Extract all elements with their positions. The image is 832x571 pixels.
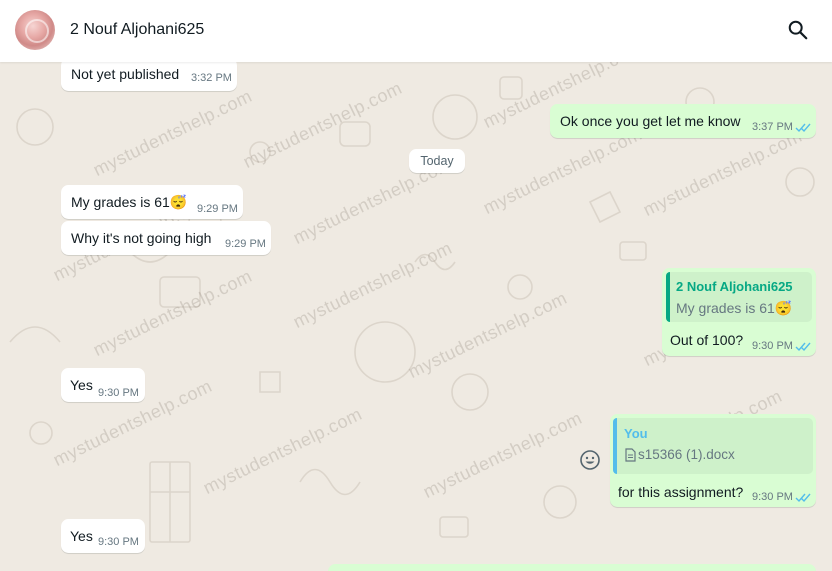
date-divider: Today (409, 149, 465, 173)
message-text: Why it's not going high (71, 230, 212, 246)
sleeping-face-emoji: 😴 (169, 194, 188, 210)
quoted-message[interactable]: You s15366 (1).docx (613, 418, 813, 474)
quote-accent-bar (613, 418, 617, 474)
message-text: for this assignment? (618, 484, 744, 500)
message-text: Not yet published (71, 66, 180, 82)
quote-accent-bar (666, 272, 670, 322)
read-ticks-icon (795, 493, 811, 503)
read-ticks-icon (795, 342, 811, 352)
incoming-message[interactable]: Not yet published 3:32 PM (61, 62, 237, 91)
message-text: My grades is 61😴 (71, 194, 188, 210)
message-text: Ok once you get let me know (560, 113, 741, 129)
incoming-message[interactable]: Yes 9:30 PM (61, 519, 145, 553)
message-time: 9:30 PM (752, 491, 793, 503)
quote-text: My grades is 61😴 (676, 300, 793, 316)
read-ticks-icon (795, 123, 811, 133)
incoming-message[interactable]: My grades is 61😴 9:29 PM (61, 185, 243, 219)
message-time: 9:29 PM (197, 203, 238, 215)
message-text: Yes (70, 528, 93, 544)
quote-file-name: s15366 (1).docx (638, 447, 735, 462)
outgoing-reply-message[interactable]: You s15366 (1).docx for this assignment?… (610, 414, 816, 507)
chat-header: 2 Nouf Aljohani625 (0, 0, 832, 62)
sleeping-face-emoji: 😴 (774, 300, 793, 316)
document-icon (625, 448, 636, 462)
emoji-reaction-icon[interactable] (579, 449, 601, 471)
outgoing-message-partial[interactable] (328, 564, 816, 571)
message-time: 9:30 PM (98, 387, 139, 399)
contact-avatar[interactable] (15, 10, 55, 50)
message-time: 3:37 PM (752, 121, 793, 133)
message-time: 9:30 PM (752, 340, 793, 352)
search-icon[interactable] (787, 19, 809, 41)
chat-area[interactable]: mystudentshelp.com mystudentshelp.com my… (0, 62, 832, 571)
message-time: 9:29 PM (225, 238, 266, 250)
incoming-message[interactable]: Why it's not going high 9:29 PM (61, 221, 271, 255)
message-time: 3:32 PM (191, 72, 232, 84)
quote-author: 2 Nouf Aljohani625 (676, 279, 793, 294)
message-text: Out of 100? (670, 332, 744, 348)
quoted-message[interactable]: 2 Nouf Aljohani625 My grades is 61😴 (666, 272, 812, 322)
message-text: Yes (70, 377, 93, 393)
message-time: 9:30 PM (98, 536, 139, 548)
outgoing-reply-message[interactable]: 2 Nouf Aljohani625 My grades is 61😴 Out … (662, 268, 816, 356)
quote-author: You (624, 426, 648, 441)
outgoing-message[interactable]: Ok once you get let me know 3:37 PM (550, 104, 816, 138)
contact-name[interactable]: 2 Nouf Aljohani625 (70, 21, 204, 39)
incoming-message[interactable]: Yes 9:30 PM (61, 368, 145, 402)
